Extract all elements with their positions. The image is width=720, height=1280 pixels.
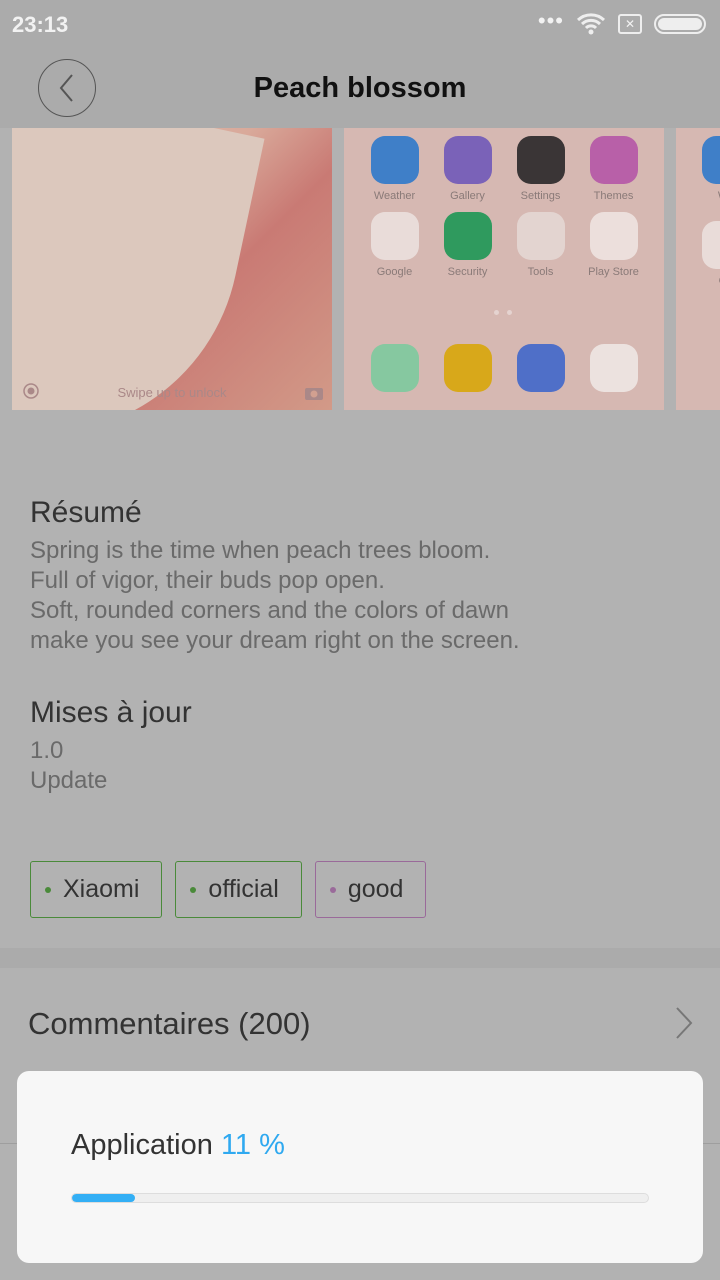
- page-title: Peach blossom: [253, 72, 467, 104]
- app-icon-security: Security: [431, 212, 504, 278]
- app-icon-weather: Weather: [358, 136, 431, 202]
- no-sim-icon: ✕: [618, 14, 642, 34]
- top-bar: Peach blossom: [0, 50, 720, 128]
- tag-list: Xiaomi official good: [30, 861, 427, 918]
- browser-icon: [504, 344, 577, 392]
- more-dots-icon: •••: [537, 8, 564, 33]
- app-icon: [443, 212, 492, 260]
- progress-dialog: Application 11 %: [17, 1071, 703, 1263]
- home-screen-preview[interactable]: Weather Gallery Settings Themes Google Securi…: [344, 128, 664, 410]
- progress-label: Application 11 %: [71, 1129, 285, 1161]
- app-icon: [370, 212, 419, 260]
- summary-line: make you see your dream right on the scr…: [30, 627, 520, 654]
- updates-section: Mises à jour 1.0 Update: [30, 696, 192, 796]
- divider: [0, 948, 720, 968]
- comments-label: Commentaires (200): [28, 1006, 311, 1041]
- summary-section: Résumé Spring is the time when peach tre…: [30, 496, 520, 656]
- app-icon-themes: Themes: [577, 136, 650, 202]
- phone-icon: [358, 344, 431, 392]
- dot-icon: [329, 886, 336, 893]
- app-icon-settings: Settings: [504, 136, 577, 202]
- theme-preview-carousel[interactable]: Swipe up to unlock Weather Gallery Setting…: [0, 128, 720, 410]
- app-icon: [443, 136, 492, 184]
- status-bar: 23:13 ••• ✕: [0, 0, 720, 50]
- summary-line: Full of vigor, their buds pop open.: [30, 567, 385, 594]
- app-icon: [370, 136, 419, 184]
- battery-icon: [654, 14, 706, 34]
- summary-line: Soft, rounded corners and the colors of …: [30, 597, 509, 624]
- unlock-hint: Swipe up to unlock: [117, 385, 227, 400]
- app-icon: [589, 136, 638, 184]
- app-icon-gallery: Gallery: [431, 136, 504, 202]
- app-icon: [516, 136, 565, 184]
- summary-heading: Résumé: [30, 496, 142, 529]
- app-icon-play-store: Play Store: [577, 212, 650, 278]
- lock-screen-preview[interactable]: Swipe up to unlock: [12, 128, 332, 410]
- comments-row[interactable]: Commentaires (200): [0, 968, 720, 1078]
- home-screen-preview-partial[interactable]: We Go: [676, 128, 720, 410]
- wifi-icon: [576, 13, 606, 35]
- summary-line: Spring is the time when peach trees bloo…: [30, 537, 491, 564]
- tag-xiaomi[interactable]: Xiaomi: [30, 861, 163, 918]
- app-icon-tools: Tools: [504, 212, 577, 278]
- messages-icon: [431, 344, 504, 392]
- updates-heading: Mises à jour: [30, 696, 192, 729]
- version: 1.0: [30, 737, 64, 764]
- camera-icon: [577, 344, 650, 392]
- progress-percent: 11 %: [220, 1129, 285, 1161]
- app-icon: [516, 212, 565, 260]
- camera-icon: [305, 388, 323, 400]
- tag-good[interactable]: good: [314, 861, 427, 918]
- app-icon-google: Google: [358, 212, 431, 278]
- tag-official[interactable]: official: [175, 861, 302, 918]
- progress-bar: [71, 1193, 649, 1203]
- page-indicator: [494, 310, 512, 315]
- progress-fill: [72, 1194, 136, 1202]
- app-icon: [589, 212, 638, 260]
- dot-icon: [190, 886, 197, 893]
- dot-icon: [45, 886, 51, 893]
- update-note: Update: [30, 767, 108, 794]
- status-time: 23:13: [12, 12, 69, 37]
- chevron-right-icon: [676, 1007, 693, 1039]
